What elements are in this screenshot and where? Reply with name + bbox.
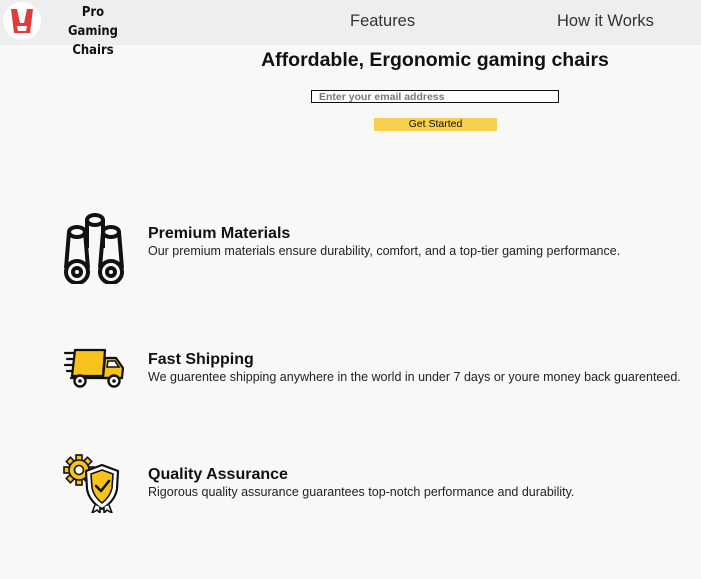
nav-link-features[interactable]: Features	[350, 12, 415, 31]
brand-name-line1: Pro Gaming	[67, 4, 119, 39]
feature-title-quality-assurance: Quality Assurance	[148, 466, 288, 483]
pipes-icon	[62, 212, 126, 285]
nav-link-how-it-works[interactable]: How it Works	[557, 12, 654, 31]
email-input[interactable]	[311, 90, 559, 103]
feature-desc-quality-assurance: Rigorous quality assurance guarantees to…	[148, 485, 575, 499]
delivery-truck-icon	[62, 346, 126, 390]
chair-logo-icon	[11, 9, 33, 33]
feature-desc-fast-shipping: We guarentee shipping anywhere in the wo…	[148, 370, 681, 384]
brand-logo[interactable]	[3, 2, 41, 40]
feature-title-fast-shipping: Fast Shipping	[148, 351, 254, 368]
get-started-button[interactable]: Get Started	[374, 118, 497, 131]
hero-title: Affordable, Ergonomic gaming chairs	[261, 49, 609, 71]
quality-shield-icon	[62, 453, 126, 514]
feature-desc-premium-materials: Our premium materials ensure durability,…	[148, 244, 621, 258]
site-header: Pro Gaming Chairs Features How it Works	[0, 0, 701, 58]
feature-title-premium-materials: Premium Materials	[148, 225, 291, 242]
